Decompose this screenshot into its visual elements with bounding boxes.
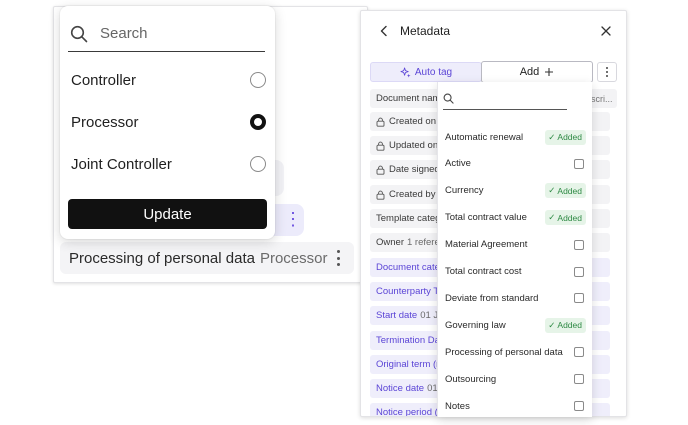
processing-personal-data-row[interactable]: Processing of personal data Processor xyxy=(60,242,354,274)
role-option-label: Joint Controller xyxy=(71,155,172,173)
radio-button-selected[interactable] xyxy=(250,114,266,130)
dropdown-search-bar xyxy=(443,88,567,110)
check-icon: ✓ xyxy=(548,185,556,196)
field-label: Counterparty T xyxy=(376,286,440,297)
more-options-icon[interactable]: ⋮ xyxy=(284,210,302,230)
added-badge: ✓ Added xyxy=(545,317,586,333)
lock-icon xyxy=(376,117,385,127)
sparkle-icon xyxy=(400,67,411,78)
check-icon: ✓ xyxy=(548,319,556,330)
dropdown-item-label: Automatic renewal xyxy=(445,131,524,143)
plus-icon xyxy=(545,68,554,76)
radio-button[interactable] xyxy=(250,156,266,172)
checkbox[interactable] xyxy=(574,374,584,385)
more-options-icon[interactable] xyxy=(334,248,342,268)
dropdown-item[interactable]: Processing of personal data xyxy=(445,343,586,361)
added-label: Added xyxy=(557,320,582,331)
role-search-bar xyxy=(68,16,265,52)
dropdown-item[interactable]: Governing law ✓ Added xyxy=(445,316,586,334)
auto-tag-label: Auto tag xyxy=(414,66,453,78)
check-icon: ✓ xyxy=(548,131,556,142)
dropdown-item[interactable]: Total contract cost xyxy=(445,263,586,281)
role-option-processor[interactable]: Processor xyxy=(71,108,266,136)
dropdown-search-input[interactable] xyxy=(458,93,558,104)
metadata-header: Metadata xyxy=(361,11,626,51)
more-options-button[interactable] xyxy=(597,62,617,82)
checkbox[interactable] xyxy=(574,293,584,304)
field-label: Notice period ( xyxy=(376,407,438,417)
field-label: Created on xyxy=(389,116,437,127)
checkbox[interactable] xyxy=(574,401,584,411)
field-label: Updated on xyxy=(389,140,439,151)
checkbox[interactable] xyxy=(574,158,584,169)
field-label: Processing of personal data xyxy=(69,249,255,267)
added-badge: ✓ Added xyxy=(545,210,586,226)
panel-title: Metadata xyxy=(400,24,451,38)
dropdown-item-label: Processing of personal data xyxy=(445,346,563,358)
role-option-label: Controller xyxy=(71,71,137,89)
lock-icon xyxy=(376,190,385,200)
search-icon xyxy=(443,93,454,104)
dropdown-item[interactable]: Automatic renewal ✓ Added xyxy=(445,128,586,146)
field-label: Owner xyxy=(376,237,404,248)
dropdown-item[interactable]: Deviate from standard xyxy=(445,289,586,307)
added-label: Added xyxy=(557,185,582,196)
dropdown-item-label: Total contract value xyxy=(445,212,527,224)
lock-icon xyxy=(376,165,385,175)
dropdown-item[interactable]: Material Agreement xyxy=(445,236,586,254)
radio-button[interactable] xyxy=(250,72,266,88)
field-label: Created by xyxy=(389,189,436,200)
dropdown-item-label: Deviate from standard xyxy=(445,292,539,304)
dropdown-item[interactable]: Notes xyxy=(445,397,586,415)
role-search-input[interactable] xyxy=(100,25,250,42)
field-value: Processor xyxy=(259,249,328,267)
dropdown-item-label: Currency xyxy=(445,185,484,197)
field-label: Start date xyxy=(376,310,418,321)
dropdown-item-label: Active xyxy=(445,158,471,170)
role-option-controller[interactable]: Controller xyxy=(71,66,266,94)
field-label: Template categ xyxy=(376,213,441,224)
check-icon: ✓ xyxy=(548,212,556,223)
chevron-left-icon[interactable] xyxy=(377,24,391,38)
dropdown-item-label: Governing law xyxy=(445,319,506,331)
role-option-joint-controller[interactable]: Joint Controller xyxy=(71,150,266,178)
close-icon[interactable] xyxy=(599,24,613,38)
checkbox[interactable] xyxy=(574,266,584,277)
dropdown-item[interactable]: Active xyxy=(445,155,586,173)
checkbox[interactable] xyxy=(574,239,584,250)
field-label: Original term (m xyxy=(376,359,445,370)
checkbox[interactable] xyxy=(574,347,584,358)
dropdown-item[interactable]: Currency ✓ Added xyxy=(445,182,586,200)
description-field[interactable]: scri... xyxy=(589,89,617,108)
auto-tag-button[interactable]: Auto tag xyxy=(370,62,482,82)
lock-icon xyxy=(376,141,385,151)
add-field-dropdown: Automatic renewal ✓ Added Active Currency ✓ Ad… xyxy=(437,82,592,417)
field-label: Termination Dat xyxy=(376,335,443,346)
added-label: Added xyxy=(557,212,582,223)
added-label: Added xyxy=(557,132,582,142)
dropdown-item[interactable]: Total contract value ✓ Added xyxy=(445,209,586,227)
dropdown-item-label: Outsourcing xyxy=(445,373,497,385)
role-select-popover: Controller Processor Joint Controller Up… xyxy=(60,6,275,239)
role-option-label: Processor xyxy=(71,113,139,131)
search-icon xyxy=(70,25,88,42)
added-badge: ✓ Added xyxy=(545,183,586,199)
add-field-label: Add xyxy=(519,66,540,78)
field-label: Document nam xyxy=(376,93,441,104)
add-field-button[interactable]: Add xyxy=(481,61,593,83)
dropdown-item-label: Material Agreement xyxy=(445,239,528,251)
field-label: Notice date xyxy=(376,383,425,394)
dropdown-item-label: Notes xyxy=(445,400,470,412)
dropdown-item[interactable]: Outsourcing xyxy=(445,370,586,388)
field-label: Date signed xyxy=(389,164,440,175)
update-button[interactable]: Update xyxy=(68,199,267,229)
added-badge: ✓ Added xyxy=(545,129,586,145)
dropdown-item-label: Total contract cost xyxy=(445,266,522,277)
field-label: Document cate xyxy=(376,262,440,273)
